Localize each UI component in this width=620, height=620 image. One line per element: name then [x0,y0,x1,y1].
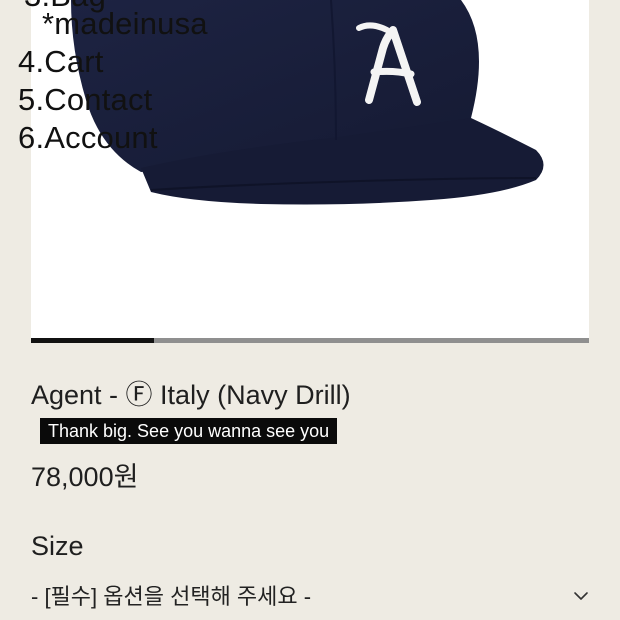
menu-subitem-madeinusa[interactable]: *madeinusa [42,6,208,42]
menu-item-contact[interactable]: 5.Contact [18,82,153,118]
chevron-down-icon [574,592,588,600]
product-price: 78,000원 [31,462,139,492]
size-option-select[interactable]: - [필수] 옵션을 선택해 주세요 - [31,580,593,616]
navy-cap-illustration [71,0,544,205]
size-label: Size [31,531,84,561]
carousel-progress-fill [31,338,154,343]
product-title: Agent - Ⓕ Italy (Navy Drill) [31,380,351,410]
menu-item-cart[interactable]: 4.Cart [18,44,104,80]
image-carousel-progress[interactable] [31,338,589,343]
menu-item-account[interactable]: 6.Account [18,120,158,156]
caption-overlay: Thank big. See you wanna see you [40,418,338,444]
size-select-value: - [필수] 옵션을 선택해 주세요 - [31,584,312,609]
product-image[interactable] [31,0,589,338]
